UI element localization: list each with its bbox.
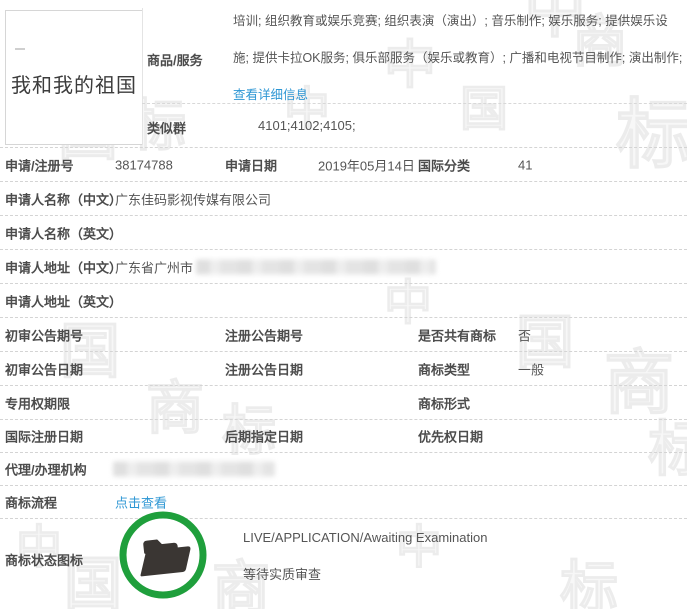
field-label: 优先权日期 bbox=[418, 429, 484, 445]
field-label: 初审公告期号 bbox=[5, 328, 84, 343]
trademark-summary-section: 我和我的祖国 商品/服务 培训; 组织教育或娱乐竞赛; 组织表演（演出）; 音乐… bbox=[0, 0, 687, 148]
field-label: 申请人名称（英文） bbox=[5, 226, 123, 241]
table-row: 初审公告日期 注册公告日期 商标类型 一般 bbox=[0, 352, 687, 386]
field-label: 申请日期 bbox=[225, 158, 278, 173]
goods-services-text: 培训; 组织教育或娱乐竞赛; 组织表演（演出）; 音乐制作; 娱乐服务; 提供娱… bbox=[233, 14, 683, 65]
trademark-status-section: 商标状态图标 LIVE/APPLICATION/Awaiting Examina… bbox=[0, 510, 687, 609]
field-label: 申请/注册号 bbox=[5, 158, 74, 173]
field-label: 后期指定日期 bbox=[225, 429, 304, 445]
table-row: 申请/注册号 38174788 申请日期 2019年05月14日 国际分类 41 bbox=[0, 148, 687, 182]
view-details-link[interactable]: 查看详细信息 bbox=[233, 88, 308, 102]
table-row: 代理/办理机构 bbox=[0, 453, 687, 486]
field-value: 2019年05月14日 bbox=[318, 158, 415, 173]
table-row: 初审公告期号 注册公告期号 是否共有商标 否 bbox=[0, 318, 687, 352]
status-text-english: LIVE/APPLICATION/Awaiting Examination bbox=[243, 530, 488, 545]
goods-services-value: 培训; 组织教育或娱乐竞赛; 组织表演（演出）; 音乐制作; 娱乐服务; 提供娱… bbox=[233, 3, 683, 114]
field-value: 广东佳码影视传媒有限公司 bbox=[115, 192, 272, 207]
redacted-value bbox=[113, 461, 275, 477]
column-divider bbox=[142, 8, 143, 145]
field-label: 申请人地址（中文） bbox=[5, 260, 123, 275]
field-value: 否 bbox=[518, 328, 532, 343]
similar-group-value: 4101;4102;4105; bbox=[258, 118, 356, 133]
field-label: 初审公告日期 bbox=[5, 362, 84, 377]
redacted-value bbox=[196, 259, 436, 274]
table-row: 申请人地址（中文） 广东省广州市 bbox=[0, 250, 687, 284]
status-text-chinese: 等待实质审查 bbox=[243, 567, 322, 582]
field-label: 申请人地址（英文） bbox=[5, 294, 123, 309]
field-value: 一般 bbox=[518, 362, 545, 377]
field-label: 专用权期限 bbox=[5, 396, 71, 411]
field-label: 商标形式 bbox=[418, 396, 471, 411]
goods-services-label: 商品/服务 bbox=[147, 53, 203, 68]
field-label: 申请人名称（中文） bbox=[5, 192, 123, 207]
field-label: 国际注册日期 bbox=[5, 429, 84, 445]
table-row: 申请人名称（中文） 广东佳码影视传媒有限公司 bbox=[0, 182, 687, 216]
table-row: 专用权期限 商标形式 bbox=[0, 386, 687, 420]
field-value: 38174788 bbox=[115, 157, 173, 172]
trademark-name: 我和我的祖国 bbox=[11, 75, 137, 97]
field-label: 商标流程 bbox=[5, 495, 58, 511]
table-row: 申请人名称（英文） bbox=[0, 216, 687, 250]
field-value: 41 bbox=[518, 157, 533, 172]
view-process-link[interactable]: 点击查看 bbox=[115, 493, 167, 512]
field-value: 广东省广州市 bbox=[115, 260, 194, 275]
table-row: 申请人地址（英文） bbox=[0, 284, 687, 318]
field-label: 商标类型 bbox=[418, 362, 471, 377]
status-icon-label: 商标状态图标 bbox=[5, 553, 84, 568]
field-label: 注册公告日期 bbox=[225, 362, 304, 377]
trademark-image: 我和我的祖国 bbox=[5, 10, 143, 145]
trademark-detail-page: 中商标中国标中国国中国商标商标中国商中标 我和我的祖国 商品/服务 培训; 组织… bbox=[0, 0, 687, 609]
field-label: 注册公告期号 bbox=[225, 328, 304, 343]
trademark-fields-table: 申请/注册号 38174788 申请日期 2019年05月14日 国际分类 41 申请人名称… bbox=[0, 148, 687, 519]
field-label: 国际分类 bbox=[418, 158, 471, 173]
field-label: 是否共有商标 bbox=[418, 328, 497, 343]
open-folder-status-icon bbox=[119, 511, 207, 599]
table-row: 国际注册日期 后期指定日期 优先权日期 bbox=[0, 420, 687, 453]
similar-group-label: 类似群 bbox=[147, 121, 187, 136]
redacted-mark bbox=[15, 48, 25, 50]
field-label: 代理/办理机构 bbox=[5, 462, 87, 478]
